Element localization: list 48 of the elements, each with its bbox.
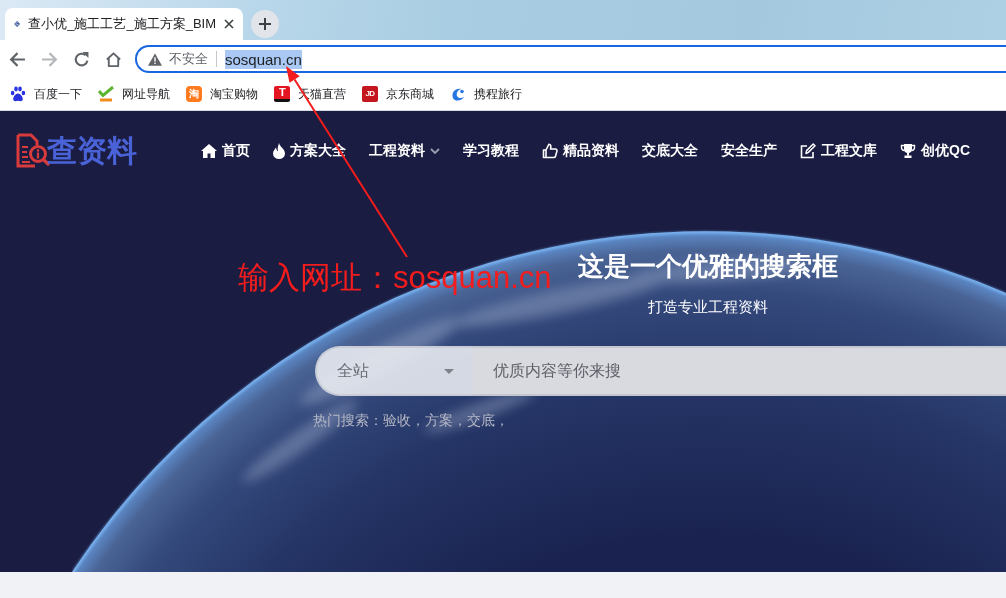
- swoosh-icon: [450, 86, 466, 102]
- trophy-icon: [900, 143, 916, 159]
- bookmark-link[interactable]: 网址导航: [94, 83, 174, 105]
- back-arrow-icon: [8, 50, 26, 68]
- home-icon: [201, 144, 217, 158]
- bookmark-link[interactable]: 淘 淘宝购物: [182, 83, 262, 105]
- nav-link[interactable]: 交底大全: [642, 142, 698, 160]
- address-bar[interactable]: 不安全 sosquan.cn: [135, 45, 1006, 73]
- tick-icon: [98, 86, 114, 102]
- bookmark-link[interactable]: JD 京东商城: [358, 83, 438, 105]
- hero-title: 这是一个优雅的搜索框: [578, 250, 838, 283]
- nav-link[interactable]: 首页: [201, 142, 250, 160]
- bookmark-link[interactable]: 携程旅行: [446, 83, 526, 105]
- brand-logo: T: [274, 86, 290, 102]
- scope-dropdown[interactable]: 全站: [315, 346, 473, 396]
- nav-menu[interactable]: 工程资料: [369, 142, 440, 160]
- security-label: 不安全: [169, 50, 208, 68]
- annotation-text: 输入网址：sosquan.cn: [238, 261, 552, 295]
- reload-icon: [72, 50, 90, 68]
- flame-icon: [273, 143, 285, 159]
- nav-link[interactable]: 创优QC: [900, 142, 970, 160]
- caret-icon: [444, 368, 454, 374]
- nav-link[interactable]: 学习教程: [463, 142, 519, 160]
- url-text: sosquan.cn: [225, 49, 302, 69]
- hero-subtitle: 打造专业工程资料: [648, 297, 768, 317]
- thumbs-up-icon: [542, 143, 558, 159]
- brand-logo: JD: [362, 86, 378, 102]
- bookmark-link[interactable]: 百度一下: [6, 83, 86, 105]
- plus-icon: [258, 17, 272, 31]
- nav-link[interactable]: 安全生产: [721, 142, 777, 160]
- nav-link[interactable]: 精品资料: [542, 142, 619, 160]
- brand-logo: 淘: [186, 86, 202, 102]
- hot-search-label: 热门搜索：: [313, 411, 383, 430]
- warning-icon: [148, 52, 162, 66]
- home-icon: [104, 50, 122, 68]
- edit-icon: [800, 143, 816, 159]
- nav-link[interactable]: 工程文库: [800, 142, 877, 160]
- forward-arrow-icon: [40, 50, 58, 68]
- hot-search-link[interactable]: 交底，: [467, 410, 509, 430]
- hot-search-link[interactable]: 验收，: [383, 410, 425, 430]
- search-field[interactable]: 优质内容等你来搜: [473, 346, 1006, 396]
- paw-icon: [10, 86, 26, 102]
- chevron-down-icon: [430, 148, 440, 154]
- browser-tab[interactable]: 查小优_施工工艺_施工方案_BIM: [5, 8, 243, 40]
- close-icon: [224, 19, 234, 29]
- tab-title: 查小优_施工工艺_施工方案_BIM: [28, 15, 216, 33]
- new-tab-button[interactable]: [251, 10, 279, 38]
- hot-search-link[interactable]: 方案，: [425, 410, 467, 430]
